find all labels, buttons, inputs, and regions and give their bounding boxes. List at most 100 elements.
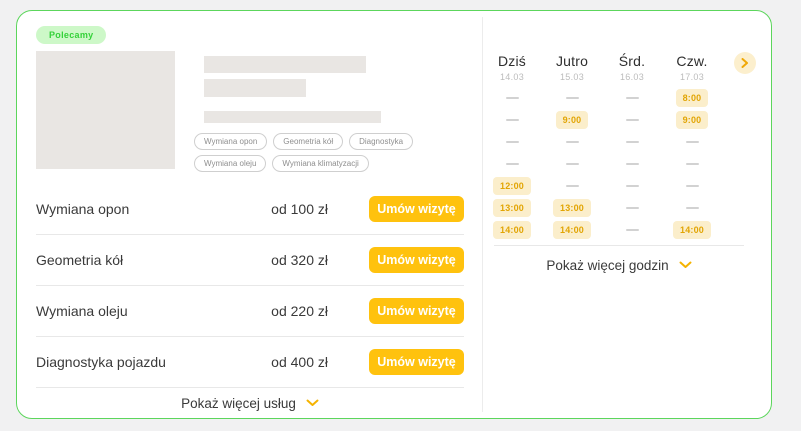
book-visit-button[interactable]: Umów wizytę — [369, 349, 464, 375]
service-tag: Diagnostyka — [349, 133, 413, 150]
slot-unavailable-dash — [566, 185, 579, 187]
day-date: 15.03 — [542, 72, 602, 82]
slot-cell: 8:00 — [662, 87, 722, 109]
slot-cell — [542, 87, 602, 109]
slot-unavailable-dash — [506, 97, 519, 99]
book-visit-button[interactable]: Umów wizytę — [369, 298, 464, 324]
day-date: 16.03 — [602, 72, 662, 82]
workshop-subtitle-skeleton — [204, 79, 306, 97]
workshop-card: Polecamy Wymiana oponGeometria kółDiagno… — [16, 10, 772, 419]
slot-cell — [482, 87, 542, 109]
day-label: Dziś — [482, 53, 542, 69]
service-row: Diagnostyka pojazdu od 400 zł Umów wizyt… — [36, 337, 464, 388]
slot-unavailable-dash — [626, 229, 639, 231]
show-more-services-label: Pokaż więcej usług — [181, 396, 296, 411]
service-price: od 100 zł — [271, 201, 328, 217]
service-name: Wymiana opon — [36, 201, 271, 217]
service-tag: Wymiana oleju — [194, 155, 266, 172]
slot-unavailable-dash — [506, 141, 519, 143]
slot-cell — [602, 175, 662, 197]
service-tags: Wymiana opon Geometria kół Diagnostyka Wymi… — [194, 133, 432, 172]
slot-cell — [482, 131, 542, 153]
slot-cell — [542, 153, 602, 175]
time-slot-chip[interactable]: 8:00 — [676, 89, 709, 107]
time-slot-grid: 8:00 9:00 9:00 12:00 13:00 13:00 14:00 — [482, 87, 756, 241]
chevron-down-icon — [306, 399, 319, 407]
time-slot-chip[interactable]: 14:00 — [673, 221, 711, 239]
slot-unavailable-dash — [506, 163, 519, 165]
slot-cell — [602, 197, 662, 219]
time-slot-chip[interactable]: 9:00 — [676, 111, 709, 129]
book-visit-button[interactable]: Umów wizytę — [369, 247, 464, 273]
slot-unavailable-dash — [626, 141, 639, 143]
slot-cell: 14:00 — [482, 219, 542, 241]
time-slot-chip[interactable]: 14:00 — [553, 221, 591, 239]
slot-cell: 13:00 — [542, 197, 602, 219]
slot-unavailable-dash — [566, 141, 579, 143]
workshop-title-skeleton — [204, 56, 366, 73]
day-column-header: Czw. 17.03 — [662, 53, 722, 87]
day-label: Jutro — [542, 53, 602, 69]
slot-cell: 14:00 — [662, 219, 722, 241]
time-slot-chip[interactable]: 12:00 — [493, 177, 531, 195]
service-name: Wymiana oleju — [36, 303, 271, 319]
day-date: 14.03 — [482, 72, 542, 82]
slot-cell — [662, 197, 722, 219]
service-tag: Geometria kół — [273, 133, 343, 150]
slot-unavailable-dash — [626, 163, 639, 165]
show-more-services-link[interactable]: Pokaż więcej usług — [36, 386, 464, 420]
service-row: Wymiana oleju od 220 zł Umów wizytę — [36, 286, 464, 337]
service-row: Wymiana opon od 100 zł Umów wizytę — [36, 184, 464, 235]
slot-cell — [482, 109, 542, 131]
slot-unavailable-dash — [626, 207, 639, 209]
show-more-hours-link[interactable]: Pokaż więcej godzin — [482, 248, 756, 282]
slot-cell: 9:00 — [542, 109, 602, 131]
slot-cell — [602, 109, 662, 131]
day-column-header: Jutro 15.03 — [542, 53, 602, 87]
slot-cell: 9:00 — [662, 109, 722, 131]
slot-cell: 13:00 — [482, 197, 542, 219]
day-column-header: Śrd. 16.03 — [602, 53, 662, 87]
slot-unavailable-dash — [626, 185, 639, 187]
day-label: Czw. — [662, 53, 722, 69]
slot-cell — [662, 175, 722, 197]
service-name: Geometria kół — [36, 252, 271, 268]
slot-cell — [602, 219, 662, 241]
slot-cell — [602, 131, 662, 153]
slot-cell — [602, 153, 662, 175]
slot-unavailable-dash — [506, 119, 519, 121]
workshop-photo-placeholder — [36, 51, 175, 169]
slot-unavailable-dash — [626, 97, 639, 99]
workshop-address-skeleton — [204, 111, 381, 123]
time-slot-chip[interactable]: 9:00 — [556, 111, 589, 129]
slot-unavailable-dash — [686, 185, 699, 187]
slot-cell: 14:00 — [542, 219, 602, 241]
next-days-button[interactable] — [734, 52, 756, 74]
time-slot-chip[interactable]: 13:00 — [553, 199, 591, 217]
book-visit-button[interactable]: Umów wizytę — [369, 196, 464, 222]
slot-unavailable-dash — [566, 97, 579, 99]
slot-cell: 12:00 — [482, 175, 542, 197]
service-tag: Wymiana klimatyzacji — [272, 155, 368, 172]
time-slot-chip[interactable]: 13:00 — [493, 199, 531, 217]
availability-calendar: Dziś 14.03 Jutro 15.03 Śrd. 16.03 Czw. 1… — [482, 53, 756, 282]
slot-cell — [542, 131, 602, 153]
slot-unavailable-dash — [626, 119, 639, 121]
service-tag: Wymiana opon — [194, 133, 267, 150]
slot-cell — [662, 131, 722, 153]
slot-cell — [602, 87, 662, 109]
service-price: od 400 zł — [271, 354, 328, 370]
day-date: 17.03 — [662, 72, 722, 82]
service-price: od 220 zł — [271, 303, 328, 319]
time-slot-chip[interactable]: 14:00 — [493, 221, 531, 239]
chevron-down-icon — [679, 261, 692, 269]
chevron-right-icon — [741, 58, 749, 68]
calendar-day-headers: Dziś 14.03 Jutro 15.03 Śrd. 16.03 Czw. 1… — [482, 53, 756, 87]
service-price: od 320 zł — [271, 252, 328, 268]
services-list: Wymiana opon od 100 zł Umów wizytę Geome… — [36, 184, 464, 388]
slot-unavailable-dash — [686, 141, 699, 143]
service-name: Diagnostyka pojazdu — [36, 354, 271, 370]
slot-cell — [482, 153, 542, 175]
slot-cell — [662, 153, 722, 175]
slot-cell — [542, 175, 602, 197]
